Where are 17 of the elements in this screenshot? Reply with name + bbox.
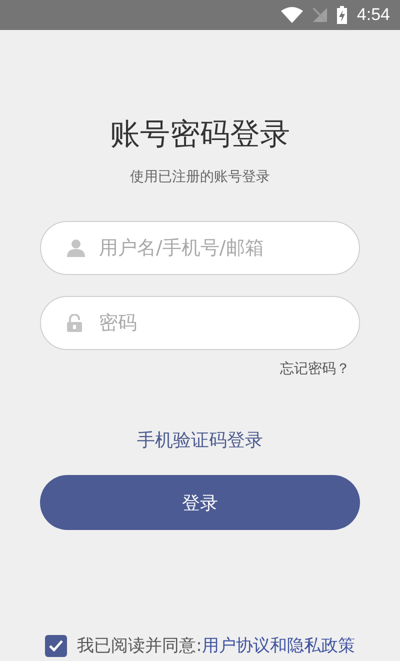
agreement-text: 我已阅读并同意: [77,635,202,658]
battery-charging-icon [336,6,347,24]
no-signal-icon [312,8,327,22]
page-subtitle: 使用已注册的账号登录 [130,168,270,187]
agreement-checkbox[interactable] [45,635,68,657]
status-time: 4:54 [356,5,390,25]
page-title: 账号密码登录 [110,116,290,154]
forgot-password-link[interactable]: 忘记密码？ [280,359,350,379]
checkmark-icon [49,640,64,652]
login-button[interactable]: 登录 [40,475,360,530]
password-field[interactable]: 密码 [40,296,360,350]
conjunction-text: 和 [270,635,287,658]
wifi-icon [280,7,303,23]
user-agreement-link[interactable]: 用户协议 [202,634,270,658]
privacy-policy-link[interactable]: 隐私政策 [286,634,355,658]
sms-login-link[interactable]: 手机验证码登录 [137,429,263,453]
username-field[interactable]: 用户名/手机号/邮箱 [40,221,360,275]
